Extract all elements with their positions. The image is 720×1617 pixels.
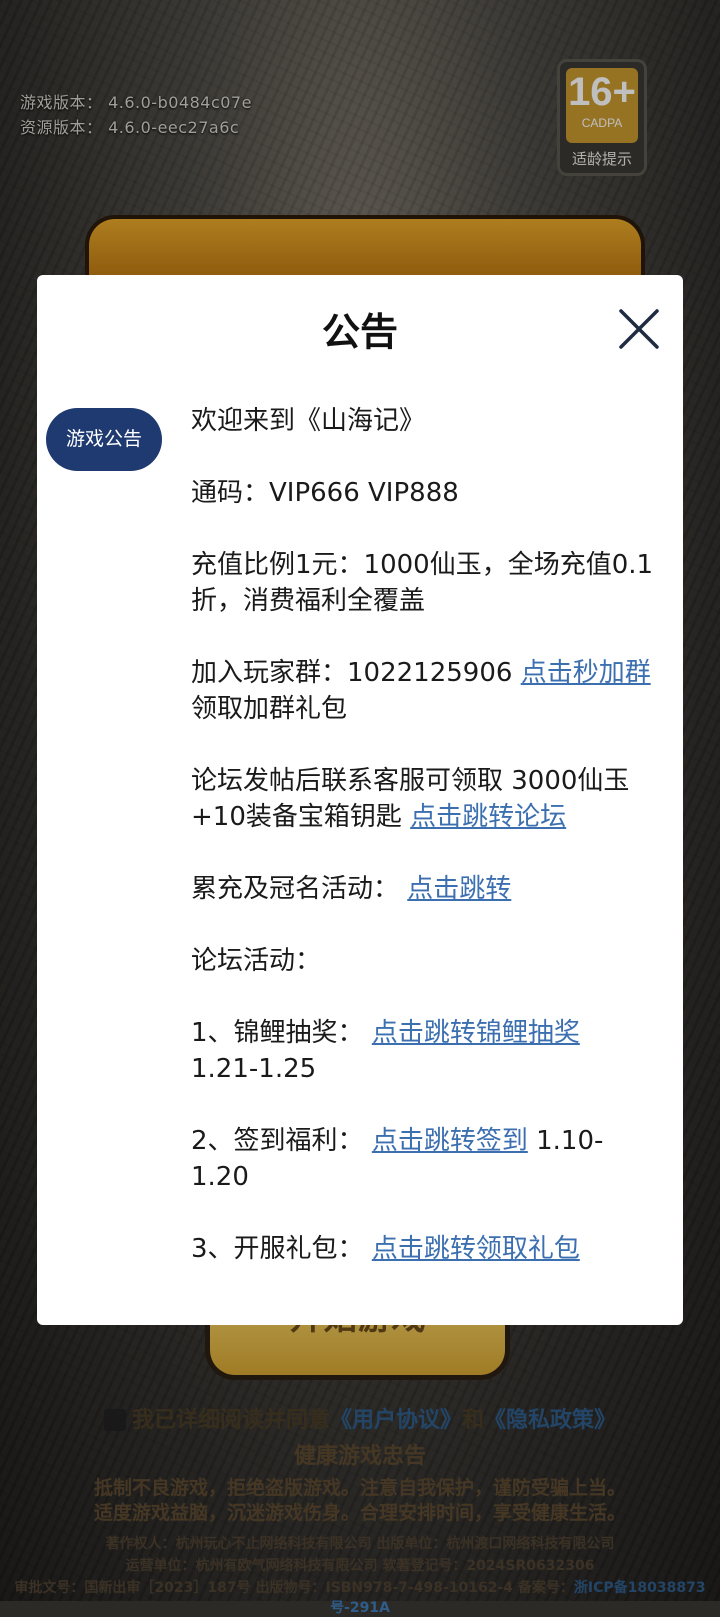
checkin-link[interactable]: 点击跳转签到 <box>372 1126 528 1156</box>
forum-link[interactable]: 点击跳转论坛 <box>410 802 566 832</box>
event-item-2: 2、签到福利： 点击跳转签到 1.10-1.20 <box>191 1123 661 1195</box>
lottery-link[interactable]: 点击跳转锦鲤抽奖 <box>372 1018 580 1048</box>
close-icon <box>619 309 659 349</box>
join-group-link[interactable]: 点击秒加群 <box>521 658 651 688</box>
group-text: 加入玩家群：1022125906 <box>191 658 521 688</box>
close-button[interactable] <box>619 309 659 349</box>
tab-game-announcement[interactable]: 游戏公告 <box>46 408 162 471</box>
cumulative-paragraph: 累充及冠名活动： 点击跳转 <box>191 871 661 907</box>
event-2-label: 2、签到福利： <box>191 1126 372 1156</box>
event-1-label: 1、锦鲤抽奖： <box>191 1018 372 1048</box>
cumulative-link[interactable]: 点击跳转 <box>407 874 511 904</box>
welcome-text: 欢迎来到《山海记》 <box>191 406 426 436</box>
recharge-text: 充值比例1元：1000仙玉，全场充值0.1折，消费福利全覆盖 <box>191 550 654 616</box>
dialog-title: 公告 <box>321 310 398 354</box>
event-3-label: 3、开服礼包： <box>191 1234 372 1264</box>
event-item-3: 3、开服礼包： 点击跳转领取礼包 <box>191 1231 661 1267</box>
event-item-1: 1、锦鲤抽奖： 点击跳转锦鲤抽奖 1.21-1.25 <box>191 1015 661 1087</box>
opening-gift-link[interactable]: 点击跳转领取礼包 <box>372 1234 580 1264</box>
group-suffix-text: 领取加群礼包 <box>191 694 348 724</box>
announcement-content: 欢迎来到《山海记》 通码：VIP666 VIP888 充值比例1元：1000仙玉… <box>191 403 661 1303</box>
announcement-dialog: 公告 游戏公告 欢迎来到《山海记》 通码：VIP666 VIP888 充值比例1… <box>37 275 683 1325</box>
group-paragraph: 加入玩家群：1022125906 点击秒加群领取加群礼包 <box>191 655 661 727</box>
event-1-dates: 1.21-1.25 <box>191 1054 317 1084</box>
forum-paragraph: 论坛发帖后联系客服可领取 3000仙玉+10装备宝箱钥匙 点击跳转论坛 <box>191 763 661 835</box>
forum-events-heading: 论坛活动： <box>191 946 322 976</box>
code-text: 通码：VIP666 VIP888 <box>191 478 459 508</box>
cumulative-text: 累充及冠名活动： <box>191 874 408 904</box>
